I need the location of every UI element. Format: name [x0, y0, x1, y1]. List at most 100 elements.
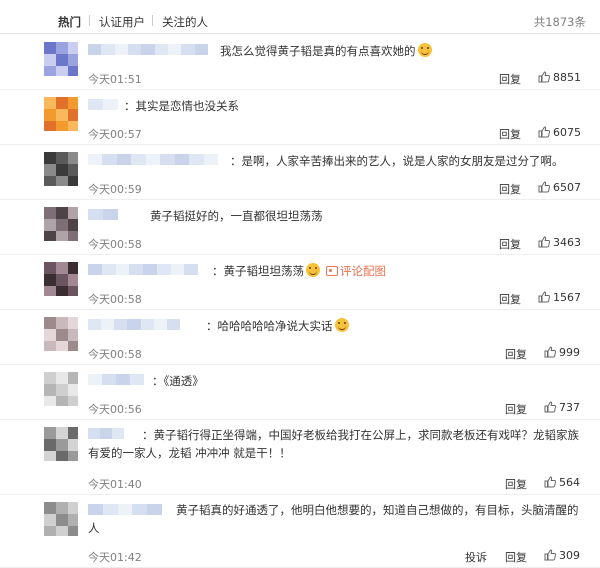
- tab-divider: [89, 15, 90, 26]
- user-avatar[interactable]: [44, 427, 78, 461]
- avatar-pixel: [68, 514, 78, 526]
- avatar-pixel: [44, 341, 56, 351]
- comment-time: 今天00:58: [88, 348, 142, 361]
- avatar-pixel: [56, 451, 68, 461]
- avatar-pixel: [68, 54, 78, 66]
- user-avatar[interactable]: [44, 207, 78, 241]
- avatar-pixel: [68, 317, 78, 329]
- reply-button[interactable]: 回复: [499, 236, 521, 252]
- avatar-pixel: [68, 121, 78, 131]
- report-button[interactable]: 投诉: [465, 549, 487, 565]
- tab-divider: [152, 15, 153, 26]
- avatar-pixel: [56, 176, 68, 186]
- avatar-pixel: [56, 439, 68, 451]
- avatar-pixel: [56, 231, 68, 241]
- avatar-pixel: [44, 42, 56, 54]
- like-count: 8851: [553, 71, 581, 84]
- thumbs-up-icon: [544, 476, 556, 488]
- like-button[interactable]: 6507: [538, 181, 581, 194]
- avatar-pixel: [44, 384, 56, 396]
- avatar-pixel: [44, 164, 56, 176]
- avatar-pixel: [68, 262, 78, 274]
- avatar-pixel: [56, 329, 68, 341]
- thumbs-up-icon: [544, 346, 556, 358]
- comment-item: ：其实是恋情也没关系 今天00:57 回复 6075: [0, 90, 600, 145]
- avatar-pixel: [68, 341, 78, 351]
- reply-button[interactable]: 回复: [499, 71, 521, 87]
- user-avatar[interactable]: [44, 97, 78, 131]
- comment-item: 我怎么觉得黄子韬是真的有点喜欢她的 今天01:51 回复 8851: [0, 35, 600, 90]
- avatar-pixel: [68, 176, 78, 186]
- comment-time: 今天00:59: [88, 183, 142, 196]
- reply-button[interactable]: 回复: [505, 346, 527, 362]
- comment-text: ：其实是恋情也没关系: [88, 96, 586, 116]
- avatar-pixel: [44, 526, 56, 536]
- comment-text: ：黄子韬坦坦荡荡 评论配图: [88, 261, 586, 281]
- avatar-pixel: [68, 219, 78, 231]
- comment-item: 黄子韬真的好通透了，他明白他想要的，知道自己想做的，有目标，头脑清醒的人 今天01…: [0, 495, 600, 568]
- like-button[interactable]: 6075: [538, 126, 581, 139]
- avatar-pixel: [44, 176, 56, 186]
- like-count: 737: [559, 401, 580, 414]
- like-button[interactable]: 737: [544, 401, 580, 414]
- like-button[interactable]: 3463: [538, 236, 581, 249]
- comment-item: 黄子韬挺好的，一直都很坦坦荡荡 今天00:58 回复 3463: [0, 200, 600, 255]
- comment-time: 今天00:58: [88, 293, 142, 306]
- comment-image-link-label: 评论配图: [340, 264, 386, 278]
- avatar-pixel: [44, 317, 56, 329]
- avatar-pixel: [44, 396, 56, 406]
- comment-text: ：《通透》: [88, 371, 586, 391]
- avatar-pixel: [44, 54, 56, 66]
- laugh-emoji: [334, 318, 349, 332]
- avatar-pixel: [56, 502, 68, 514]
- avatar-pixel: [56, 514, 68, 526]
- laugh-emoji: [417, 43, 432, 57]
- comment-image-link[interactable]: 评论配图: [326, 264, 386, 278]
- comment-tabs: 热门 认证用户 关注的人 共1873条: [0, 0, 600, 34]
- avatar-pixel: [56, 341, 68, 351]
- avatar-pixel: [56, 66, 68, 76]
- avatar-pixel: [56, 372, 68, 384]
- avatar-pixel: [44, 514, 56, 526]
- user-avatar[interactable]: [44, 317, 78, 351]
- avatar-pixel: [56, 274, 68, 286]
- tab-verified-users[interactable]: 认证用户: [99, 14, 145, 30]
- like-button[interactable]: 564: [544, 476, 580, 489]
- reply-button[interactable]: 回复: [505, 401, 527, 417]
- reply-button[interactable]: 回复: [499, 291, 521, 307]
- avatar-pixel: [68, 427, 78, 439]
- like-count: 1567: [553, 291, 581, 304]
- user-avatar[interactable]: [44, 372, 78, 406]
- user-avatar[interactable]: [44, 502, 78, 536]
- like-button[interactable]: 999: [544, 346, 580, 359]
- avatar-pixel: [68, 274, 78, 286]
- avatar-pixel: [68, 439, 78, 451]
- avatar-pixel: [68, 231, 78, 241]
- avatar-pixel: [56, 207, 68, 219]
- comment-item: ：是啊，人家辛苦捧出来的艺人，说是人家的女朋友是过分了啊。今天00:59 回复 65…: [0, 145, 600, 200]
- tab-following[interactable]: 关注的人: [162, 14, 208, 30]
- user-avatar[interactable]: [44, 42, 78, 76]
- like-button[interactable]: 1567: [538, 291, 581, 304]
- avatar-pixel: [68, 384, 78, 396]
- comment-body: ：其实是恋情也没关系: [124, 99, 239, 113]
- avatar-pixel: [68, 66, 78, 76]
- comment-body: ：黄子韬行得正坐得端，中国好老板给我打在公屏上，求同款老板还有戏咩？龙韬家族有爱…: [88, 428, 579, 460]
- reply-button[interactable]: 回复: [505, 476, 527, 492]
- comment-body: ：是啊，人家辛苦捧出来的艺人，说是人家的女朋友是过分了啊。: [230, 154, 564, 168]
- comment-time: 今天00:58: [88, 238, 142, 251]
- avatar-pixel: [44, 372, 56, 384]
- comment-body: 我怎么觉得黄子韬是真的有点喜欢她的: [220, 44, 416, 58]
- reply-button[interactable]: 回复: [499, 181, 521, 197]
- reply-button[interactable]: 回复: [499, 126, 521, 142]
- user-avatar[interactable]: [44, 262, 78, 296]
- avatar-pixel: [56, 427, 68, 439]
- avatar-pixel: [56, 384, 68, 396]
- user-avatar[interactable]: [44, 152, 78, 186]
- tab-hot[interactable]: 热门: [58, 14, 81, 30]
- reply-button[interactable]: 回复: [505, 549, 527, 565]
- like-button[interactable]: 309: [544, 549, 580, 562]
- total-comments-count: 共1873条: [533, 15, 586, 29]
- like-button[interactable]: 8851: [538, 71, 581, 84]
- thumbs-up-icon: [538, 71, 550, 83]
